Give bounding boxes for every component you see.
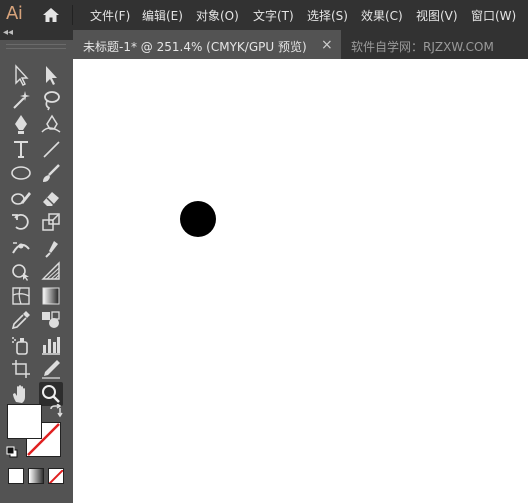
rotate-tool-icon[interactable] [9,210,33,234]
close-icon[interactable]: × [321,37,333,53]
shape-builder-tool-icon[interactable] [9,259,33,283]
mesh-tool-icon[interactable] [9,284,33,308]
menu-bar: Ai 文件(F) 编辑(E) 对象(O) 文字(T) 选择(S) 效果(C) 视… [0,0,528,30]
column-graph-tool-icon[interactable] [39,333,63,357]
home-icon[interactable] [42,7,60,23]
tab-label: 未标题-1* @ 251.4% (CMYK/GPU 预览) [83,40,307,54]
curvature-tool-icon[interactable] [39,112,63,136]
tab-label: 软件自学网：RJZXW.COM [351,40,494,54]
zoom-tool-icon[interactable] [39,381,63,406]
magic-wand-tool-icon[interactable] [9,88,33,112]
default-fill-stroke-icon[interactable] [6,446,18,458]
collapse-icon[interactable]: ◂◂ [3,27,13,38]
menu-type[interactable]: 文字(T) [253,7,294,24]
menu-effect[interactable]: 效果(C) [361,7,403,24]
tools-panel-header: ◂◂ [0,27,73,40]
line-segment-tool-icon[interactable] [39,137,63,161]
menu-file[interactable]: 文件(F) [90,7,130,24]
tab-document-active[interactable]: 未标题-1* @ 251.4% (CMYK/GPU 预览) × [73,30,341,59]
color-mode-icon[interactable] [8,468,24,484]
paintbrush-tool-icon[interactable] [39,161,63,185]
circle-shape[interactable] [180,201,216,237]
menu-edit[interactable]: 编辑(E) [142,7,183,24]
menu-window[interactable]: 窗口(W) [471,7,516,24]
symbol-sprayer-tool-icon[interactable] [9,333,33,357]
width-tool-icon[interactable] [9,235,33,259]
swap-fill-stroke-icon[interactable] [49,404,63,418]
type-tool-icon[interactable] [9,137,33,161]
hand-tool-icon[interactable] [9,382,33,406]
menu-separator [72,5,73,25]
app-logo: Ai [6,3,23,24]
menu-view[interactable]: 视图(V) [416,7,458,24]
shaper-tool-icon[interactable] [9,186,33,210]
pen-tool-icon[interactable] [9,112,33,136]
blend-tool-icon[interactable] [39,308,63,332]
none-mode-icon[interactable] [48,468,64,484]
perspective-grid-tool-icon[interactable] [39,259,63,283]
lasso-tool-icon[interactable] [39,88,63,112]
menu-object[interactable]: 对象(O) [196,7,239,24]
direct-selection-tool-icon[interactable] [39,63,63,87]
eraser-tool-icon[interactable] [39,186,63,210]
tab-document-inactive[interactable]: 软件自学网：RJZXW.COM [341,30,528,59]
artboard-tool-icon[interactable] [9,357,33,381]
menu-select[interactable]: 选择(S) [307,7,348,24]
artboard-canvas[interactable] [73,59,528,503]
scale-tool-icon[interactable] [39,210,63,234]
gradient-tool-icon[interactable] [39,284,63,308]
illustrator-window: Ai 文件(F) 编辑(E) 对象(O) 文字(T) 选择(S) 效果(C) 视… [0,0,528,503]
fill-swatch[interactable] [7,404,42,439]
selection-tool-icon[interactable] [9,63,33,87]
gradient-mode-icon[interactable] [28,468,44,484]
slice-tool-icon[interactable] [39,357,63,381]
panel-grip[interactable] [6,44,66,49]
eyedropper-tool-icon[interactable] [9,308,33,332]
puppet-warp-tool-icon[interactable] [39,235,63,259]
ellipse-tool-icon[interactable] [9,161,33,185]
